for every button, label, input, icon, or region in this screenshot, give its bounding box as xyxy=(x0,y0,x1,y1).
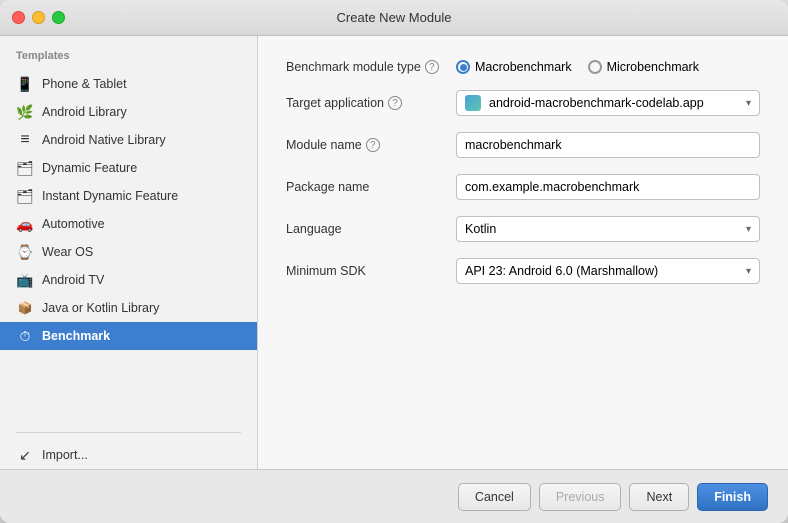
sidebar-item-android-library[interactable]: 🌿 Android Library xyxy=(0,98,257,126)
minimum-sdk-dropdown[interactable]: API 23: Android 6.0 (Marshmallow) ▾ xyxy=(456,258,760,284)
sidebar-item-label: Android TV xyxy=(42,273,104,287)
module-name-label: Module name ? xyxy=(286,138,446,152)
sidebar-item-android-native-library[interactable]: ≡ Android Native Library xyxy=(0,126,257,154)
package-name-label: Package name xyxy=(286,180,446,194)
dialog-title: Create New Module xyxy=(337,10,452,25)
sidebar-item-label: Benchmark xyxy=(42,329,110,343)
sidebar-item-java-kotlin-library[interactable]: 📦 Java or Kotlin Library xyxy=(0,294,257,322)
android-native-library-icon: ≡ xyxy=(16,131,34,149)
benchmark-type-help-icon[interactable]: ? xyxy=(425,60,439,74)
sidebar-divider xyxy=(16,432,241,433)
phone-tablet-icon: 📱 xyxy=(16,75,34,93)
microbenchmark-option[interactable]: Microbenchmark xyxy=(588,60,699,74)
app-icon-shape xyxy=(465,95,481,111)
cancel-button[interactable]: Cancel xyxy=(458,483,531,511)
sidebar: Templates 📱 Phone & Tablet 🌿 Android Lib… xyxy=(0,36,258,469)
automotive-icon: 🚗 xyxy=(16,215,34,233)
sidebar-item-label: Android Native Library xyxy=(42,133,166,147)
sidebar-item-dynamic-feature[interactable]: 🗂 Dynamic Feature xyxy=(0,154,257,182)
traffic-lights xyxy=(12,11,65,24)
sidebar-section-label: Templates xyxy=(0,44,257,70)
sidebar-item-label: Java or Kotlin Library xyxy=(42,301,159,315)
sidebar-item-label: Android Library xyxy=(42,105,127,119)
target-application-label: Target application ? xyxy=(286,96,446,110)
package-name-input[interactable] xyxy=(456,174,760,200)
dialog: Create New Module Templates 📱 Phone & Ta… xyxy=(0,0,788,523)
macrobenchmark-radio[interactable] xyxy=(456,60,470,74)
package-name-row: Package name xyxy=(286,174,760,200)
android-library-icon: 🌿 xyxy=(16,103,34,121)
content: Templates 📱 Phone & Tablet 🌿 Android Lib… xyxy=(0,36,788,469)
android-tv-icon: 📺 xyxy=(16,271,34,289)
minimum-sdk-label: Minimum SDK xyxy=(286,264,446,278)
import-icon: ↙ xyxy=(16,446,34,464)
dynamic-feature-icon: 🗂 xyxy=(16,159,34,177)
sidebar-item-android-tv[interactable]: 📺 Android TV xyxy=(0,266,257,294)
module-name-row: Module name ? xyxy=(286,132,760,158)
module-name-help-icon[interactable]: ? xyxy=(366,138,380,152)
sidebar-item-label: Dynamic Feature xyxy=(42,161,137,175)
sidebar-item-phone-tablet[interactable]: 📱 Phone & Tablet xyxy=(0,70,257,98)
close-button[interactable] xyxy=(12,11,25,24)
module-name-input[interactable] xyxy=(456,132,760,158)
sidebar-item-label: Automotive xyxy=(42,217,105,231)
sidebar-item-automotive[interactable]: 🚗 Automotive xyxy=(0,210,257,238)
main-form: Benchmark module type ? Macrobenchmark M… xyxy=(258,36,788,469)
language-dropdown[interactable]: Kotlin ▾ xyxy=(456,216,760,242)
title-bar: Create New Module xyxy=(0,0,788,36)
instant-dynamic-feature-icon: 🗂 xyxy=(16,187,34,205)
maximize-button[interactable] xyxy=(52,11,65,24)
benchmark-icon: ⏱ xyxy=(16,327,34,345)
sidebar-item-label: Instant Dynamic Feature xyxy=(42,189,178,203)
sidebar-bottom: ↙ Import... xyxy=(0,424,257,469)
sidebar-item-label: Import... xyxy=(42,448,88,462)
sidebar-item-wear-os[interactable]: ⌚ Wear OS xyxy=(0,238,257,266)
footer: Cancel Previous Next Finish xyxy=(0,469,788,523)
minimize-button[interactable] xyxy=(32,11,45,24)
sidebar-item-benchmark[interactable]: ⏱ Benchmark xyxy=(0,322,257,350)
target-application-dropdown[interactable]: android-macrobenchmark-codelab.app ▾ xyxy=(456,90,760,116)
next-button[interactable]: Next xyxy=(629,483,689,511)
macrobenchmark-option[interactable]: Macrobenchmark xyxy=(456,60,572,74)
target-app-help-icon[interactable]: ? xyxy=(388,96,402,110)
min-sdk-dropdown-arrow: ▾ xyxy=(746,266,751,277)
target-application-row: Target application ? android-macrobenchm… xyxy=(286,90,760,116)
sidebar-item-import[interactable]: ↙ Import... xyxy=(0,441,257,469)
benchmark-module-type-row: Benchmark module type ? Macrobenchmark M… xyxy=(286,60,760,74)
language-label: Language xyxy=(286,222,446,236)
benchmark-type-radio-group: Macrobenchmark Microbenchmark xyxy=(456,60,699,74)
benchmark-module-type-label: Benchmark module type ? xyxy=(286,60,446,74)
sidebar-item-label: Phone & Tablet xyxy=(42,77,127,91)
sidebar-item-label: Wear OS xyxy=(42,245,93,259)
dropdown-arrow: ▾ xyxy=(746,98,751,109)
wear-os-icon: ⌚ xyxy=(16,243,34,261)
java-kotlin-icon: 📦 xyxy=(16,299,34,317)
finish-button[interactable]: Finish xyxy=(697,483,768,511)
language-dropdown-arrow: ▾ xyxy=(746,224,751,235)
sidebar-item-instant-dynamic-feature[interactable]: 🗂 Instant Dynamic Feature xyxy=(0,182,257,210)
microbenchmark-radio[interactable] xyxy=(588,60,602,74)
app-icon xyxy=(465,95,483,111)
minimum-sdk-row: Minimum SDK API 23: Android 6.0 (Marshma… xyxy=(286,258,760,284)
language-row: Language Kotlin ▾ xyxy=(286,216,760,242)
previous-button[interactable]: Previous xyxy=(539,483,622,511)
